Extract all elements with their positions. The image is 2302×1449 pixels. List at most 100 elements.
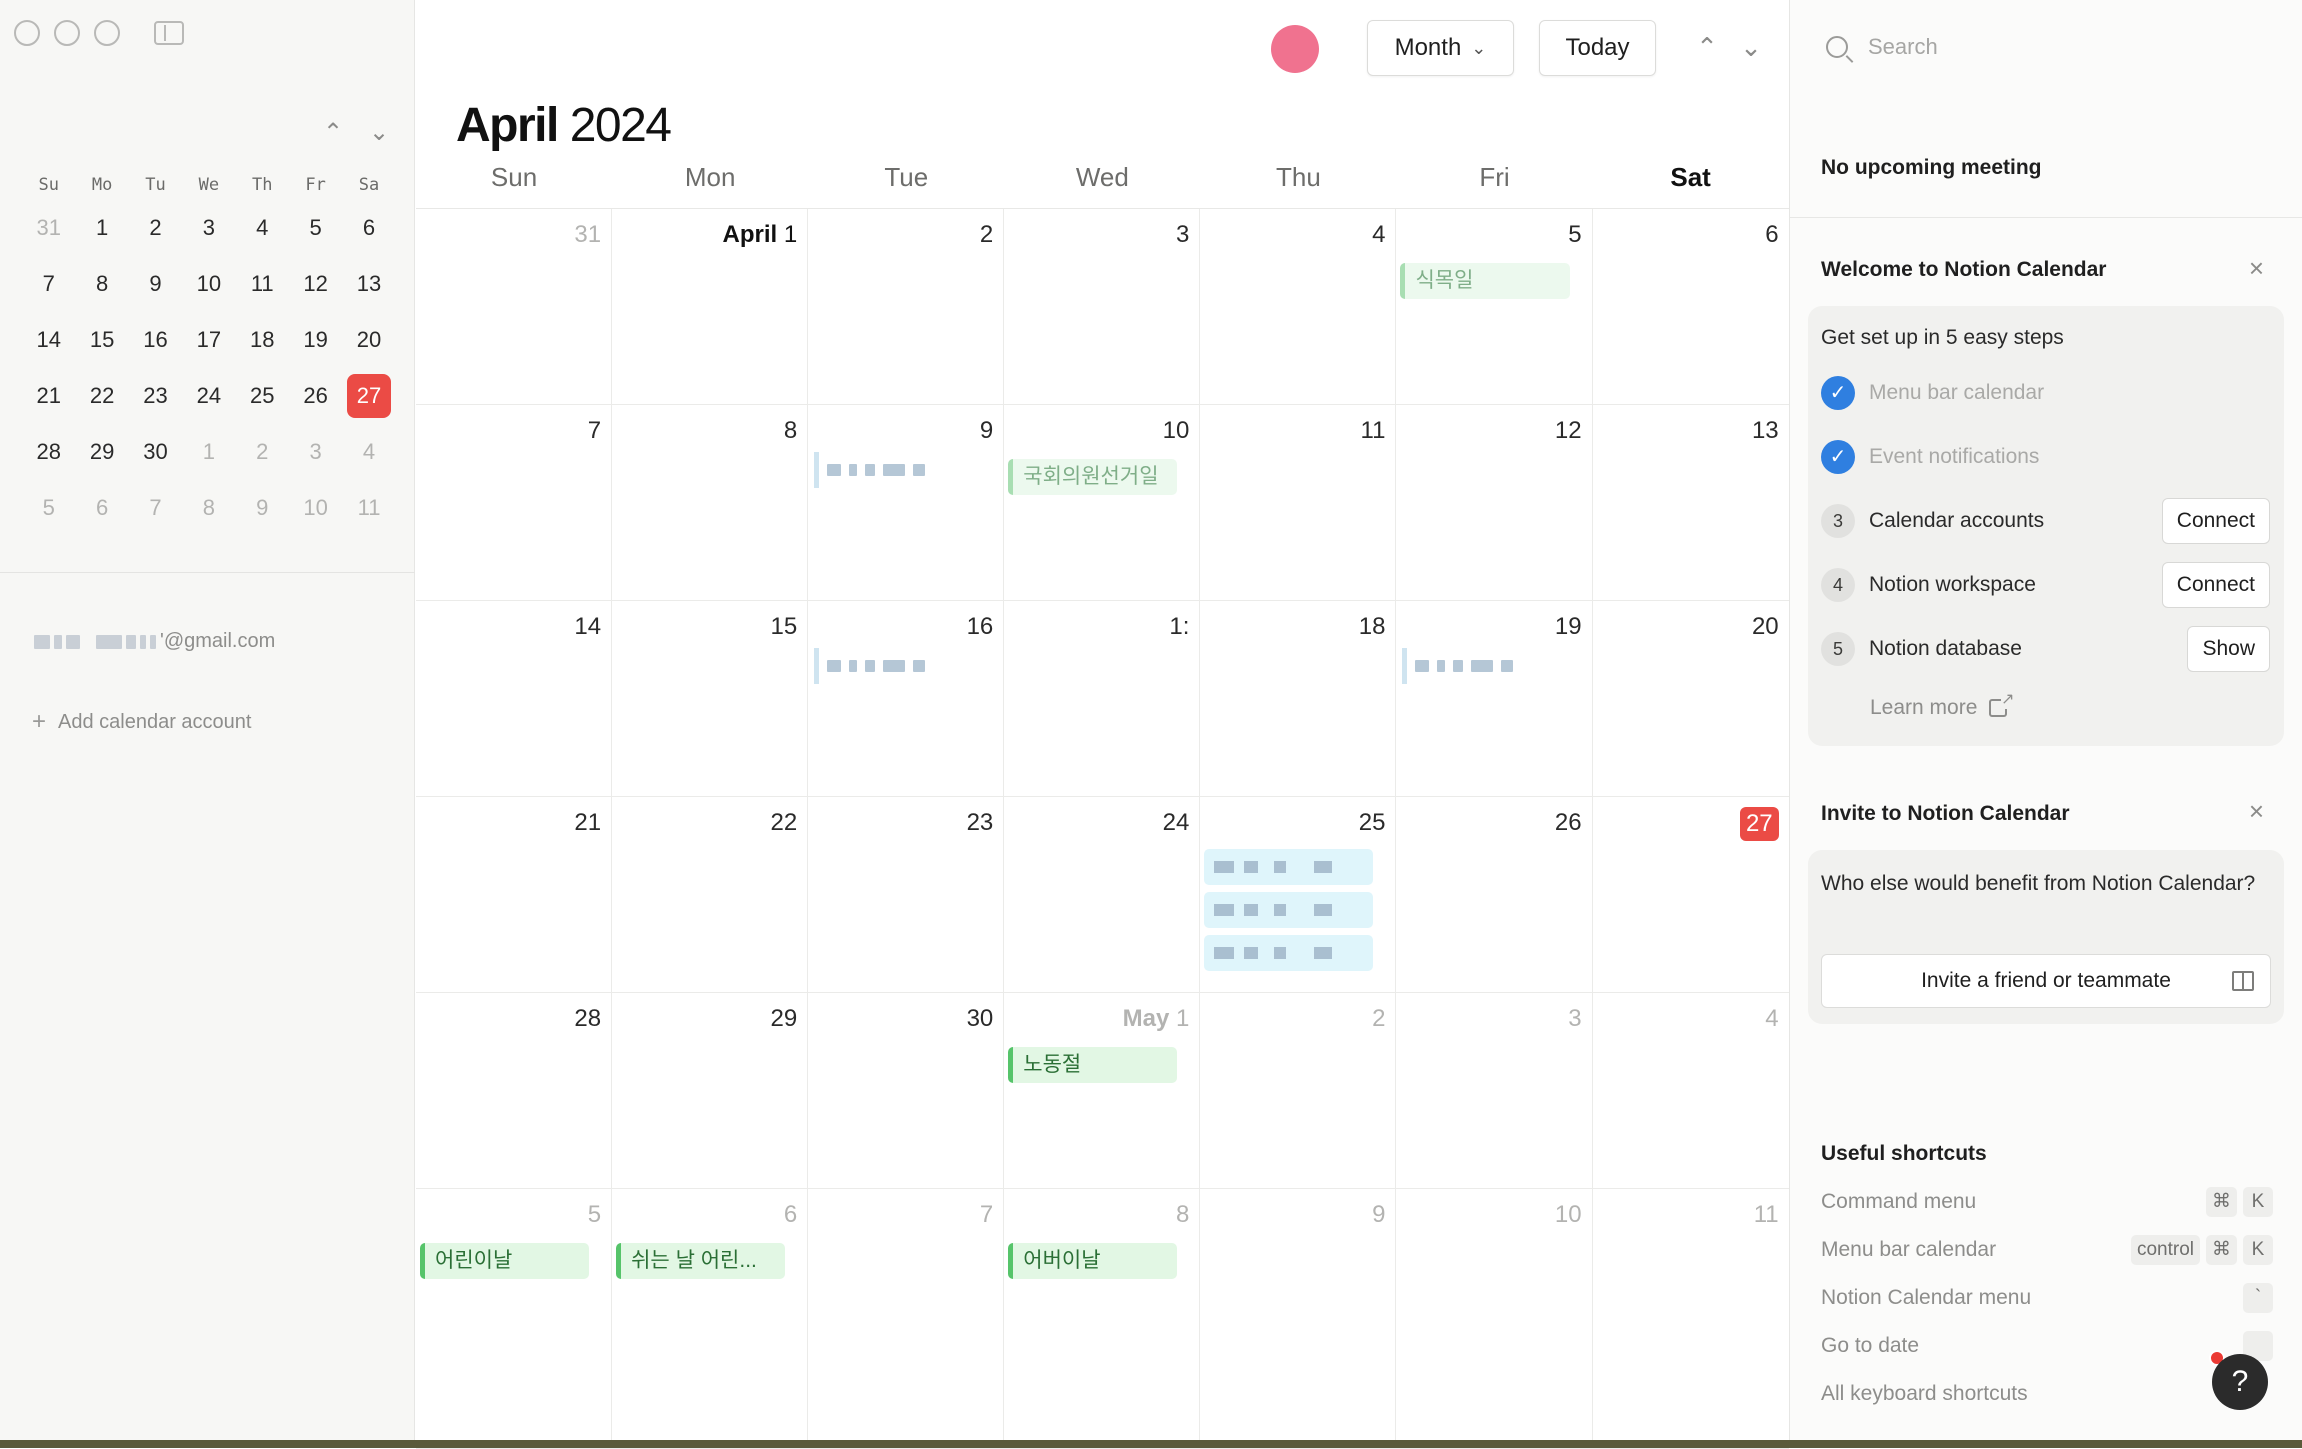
day-cell[interactable]: 8 어버이날: [1004, 1189, 1201, 1448]
day-cell[interactable]: 3: [1004, 209, 1201, 404]
mini-day[interactable]: 10: [289, 495, 342, 521]
previous-month-icon[interactable]: ⌃: [1692, 32, 1722, 63]
day-cell[interactable]: 6 쉬는 날 어린...: [612, 1189, 809, 1448]
day-cell[interactable]: 6: [1593, 209, 1789, 404]
redacted-event[interactable]: [814, 452, 926, 488]
mini-day[interactable]: 30: [129, 439, 182, 465]
day-cell[interactable]: 13: [1593, 405, 1789, 600]
next-month-icon[interactable]: ⌄: [1736, 32, 1766, 63]
mini-day[interactable]: 2: [236, 439, 289, 465]
event-chip[interactable]: 어버이날: [1008, 1243, 1178, 1279]
mini-day[interactable]: 9: [236, 495, 289, 521]
day-cell[interactable]: 29: [612, 993, 809, 1188]
invite-friend-button[interactable]: Invite a friend or teammate: [1821, 954, 2271, 1008]
day-cell[interactable]: 10 국회의원선거일: [1004, 405, 1201, 600]
learn-more-link[interactable]: Learn more: [1870, 689, 2015, 720]
day-cell[interactable]: 31: [416, 209, 613, 404]
day-cell[interactable]: 26: [1396, 797, 1593, 992]
mini-day[interactable]: 9: [129, 271, 182, 297]
day-cell[interactable]: 23: [808, 797, 1005, 992]
help-button[interactable]: ?: [2212, 1354, 2268, 1410]
day-cell[interactable]: 7: [808, 1189, 1005, 1448]
mini-day[interactable]: 18: [236, 327, 289, 353]
mini-day[interactable]: 31: [22, 215, 75, 241]
day-cell[interactable]: 9: [808, 405, 1005, 600]
redacted-event[interactable]: [1402, 648, 1514, 684]
mini-day[interactable]: 19: [289, 327, 342, 353]
day-cell[interactable]: 18: [1200, 601, 1397, 796]
day-cell[interactable]: 3: [1396, 993, 1593, 1188]
day-cell[interactable]: 12: [1396, 405, 1593, 600]
view-select-button[interactable]: Month ⌄: [1367, 20, 1514, 76]
day-cell[interactable]: 2: [1200, 993, 1397, 1188]
setup-step[interactable]: 5 Notion database: [1821, 632, 2022, 666]
mini-day[interactable]: 14: [22, 327, 75, 353]
mini-day[interactable]: 1: [182, 439, 235, 465]
day-cell[interactable]: 14: [416, 601, 613, 796]
redacted-event[interactable]: [1204, 892, 1374, 928]
day-cell[interactable]: 30: [808, 993, 1005, 1188]
mini-day[interactable]: 7: [129, 495, 182, 521]
day-cell[interactable]: 2: [808, 209, 1005, 404]
mini-day[interactable]: 16: [129, 327, 182, 353]
setup-step[interactable]: ✓ Menu bar calendar: [1821, 376, 2044, 410]
setup-step[interactable]: 3 Calendar accounts: [1821, 504, 2044, 538]
zoom-window-icon[interactable]: [94, 20, 120, 46]
shortcut-row[interactable]: Menu bar calendar control ⌘ K: [1821, 1232, 2273, 1268]
mini-day[interactable]: 5: [289, 215, 342, 241]
shortcut-row[interactable]: Notion Calendar menu `: [1821, 1280, 2273, 1316]
day-cell[interactable]: 10: [1396, 1189, 1593, 1448]
day-cell[interactable]: 4: [1200, 209, 1397, 404]
mini-day[interactable]: 4: [236, 215, 289, 241]
day-cell[interactable]: 15: [612, 601, 809, 796]
shortcut-row[interactable]: Go to date: [1821, 1328, 2273, 1364]
redacted-event[interactable]: [1204, 935, 1374, 971]
mini-day[interactable]: 20: [342, 327, 395, 353]
mini-day[interactable]: 13: [342, 271, 395, 297]
mini-day[interactable]: 11: [236, 271, 289, 297]
search-input[interactable]: Search: [1826, 34, 1938, 60]
day-cell[interactable]: 11: [1200, 405, 1397, 600]
day-cell[interactable]: 20: [1593, 601, 1789, 796]
close-icon[interactable]: ×: [2249, 253, 2264, 284]
day-cell[interactable]: 21: [416, 797, 613, 992]
day-cell[interactable]: 5 어린이날: [416, 1189, 613, 1448]
day-cell[interactable]: 27: [1593, 797, 1789, 992]
day-cell[interactable]: 25: [1200, 797, 1397, 992]
event-chip[interactable]: 쉬는 날 어린...: [616, 1243, 786, 1279]
day-cell[interactable]: April 1: [612, 209, 809, 404]
chevron-up-icon[interactable]: ⌃: [322, 118, 344, 147]
mini-day[interactable]: 24: [182, 383, 235, 409]
mini-day[interactable]: 6: [75, 495, 128, 521]
mini-day[interactable]: 6: [342, 215, 395, 241]
mini-day[interactable]: 8: [75, 271, 128, 297]
day-cell[interactable]: 11: [1593, 1189, 1789, 1448]
day-cell[interactable]: 24: [1004, 797, 1201, 992]
shortcut-row[interactable]: Command menu ⌘ K: [1821, 1184, 2273, 1220]
setup-step[interactable]: ✓ Event notifications: [1821, 440, 2039, 474]
mini-day[interactable]: 23: [129, 383, 182, 409]
mini-day[interactable]: 21: [22, 383, 75, 409]
minimize-window-icon[interactable]: [54, 20, 80, 46]
shortcut-row[interactable]: All keyboard shortcuts: [1821, 1376, 2273, 1412]
event-chip[interactable]: 어린이날: [420, 1243, 590, 1279]
day-cell[interactable]: 1:: [1004, 601, 1201, 796]
mini-day[interactable]: 3: [182, 215, 235, 241]
event-chip[interactable]: 국회의원선거일: [1008, 459, 1178, 495]
setup-step-connect-button[interactable]: Connect: [2161, 562, 2270, 608]
mini-day[interactable]: 11: [342, 495, 395, 521]
setup-step-connect-button[interactable]: Connect: [2161, 498, 2270, 544]
mini-day[interactable]: 2: [129, 215, 182, 241]
mini-day[interactable]: 29: [75, 439, 128, 465]
day-cell[interactable]: 7: [416, 405, 613, 600]
calendar-account[interactable]: '@gmail.com: [34, 630, 275, 653]
avatar[interactable]: [1271, 25, 1319, 73]
mini-day[interactable]: 22: [75, 383, 128, 409]
close-window-icon[interactable]: [14, 20, 40, 46]
mini-day[interactable]: 1: [75, 215, 128, 241]
mini-day[interactable]: 10: [182, 271, 235, 297]
mini-day[interactable]: 12: [289, 271, 342, 297]
sidebar-toggle-icon[interactable]: [154, 21, 184, 45]
day-cell[interactable]: 16: [808, 601, 1005, 796]
redacted-event[interactable]: [1204, 849, 1374, 885]
